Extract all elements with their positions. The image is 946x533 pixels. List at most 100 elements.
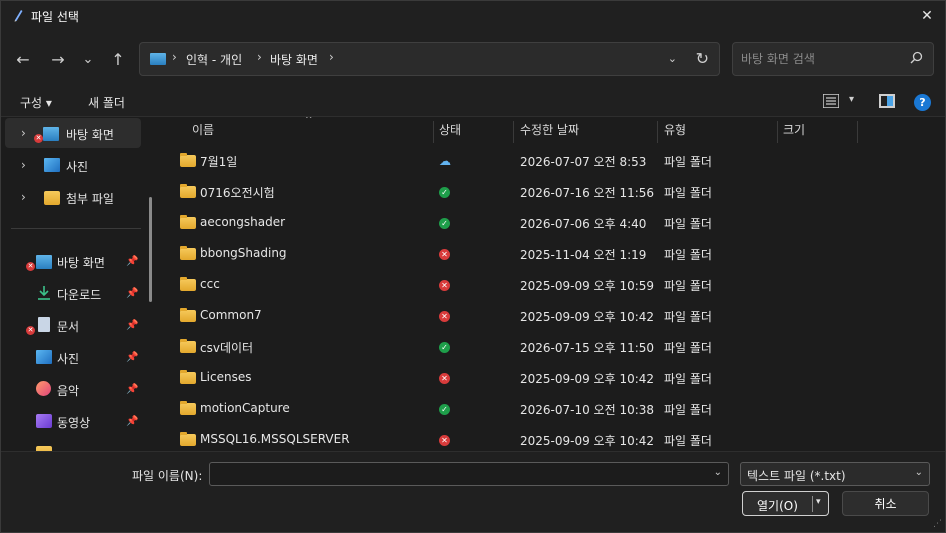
file-row[interactable]: Licenses ✕ 2025-09-09 오후 10:42 파일 폴더 — [155, 363, 945, 394]
breadcrumb-separator[interactable]: › — [172, 50, 177, 64]
organize-menu-button[interactable]: 구성 ▾ — [20, 94, 52, 111]
expand-chevron-icon[interactable]: › — [21, 158, 26, 172]
view-options-chevron-icon[interactable]: ▾ — [849, 94, 854, 105]
file-row[interactable]: 0716오전시험 ✓ 2026-07-16 오전 11:56 파일 폴더 — [155, 177, 945, 208]
pictures-icon — [44, 158, 60, 172]
file-row[interactable]: ccc ✕ 2025-09-09 오후 10:59 파일 폴더 — [155, 270, 945, 301]
file-modified: 2026-07-07 오전 8:53 — [520, 155, 647, 169]
folder-icon — [180, 277, 196, 291]
nav-label: 사진 — [57, 352, 80, 366]
folder-icon — [180, 308, 196, 322]
file-type: 파일 폴더 — [664, 372, 712, 386]
nav-tree-item-desktop[interactable]: › ✕ 바탕 화면 — [5, 118, 141, 148]
expand-chevron-icon[interactable]: › — [21, 190, 26, 204]
file-type: 파일 폴더 — [664, 155, 712, 169]
file-name: 7월1일 — [200, 155, 238, 169]
refresh-icon[interactable]: ↻ — [696, 49, 709, 68]
quick-access-partial-item[interactable] — [5, 438, 141, 451]
pin-icon: 📌 — [126, 319, 139, 331]
search-box[interactable] — [732, 42, 934, 76]
open-options-chevron-icon[interactable]: ▾ — [816, 497, 821, 507]
desktop-icon — [36, 255, 52, 269]
back-arrow-icon[interactable]: ← — [12, 49, 34, 69]
music-icon — [36, 381, 51, 396]
search-icon[interactable] — [910, 51, 923, 68]
sync-error-icon: ✕ — [439, 435, 450, 446]
file-type: 파일 폴더 — [664, 248, 712, 262]
pin-icon: 📌 — [126, 287, 139, 299]
file-row[interactable]: bbongShading ✕ 2025-11-04 오전 1:19 파일 폴더 — [155, 239, 945, 270]
address-history-chevron-icon[interactable]: ⌄ — [668, 52, 677, 65]
cancel-button[interactable]: 취소 — [842, 491, 929, 516]
column-divider[interactable] — [513, 121, 514, 143]
quick-access-music[interactable]: 음악 📌 — [5, 374, 141, 404]
file-row[interactable]: MSSQL16.MSSQLSERVER ✕ 2025-09-09 오후 10:42 파… — [155, 425, 945, 451]
address-row: ← → ⌄ ↑ › 인혁 - 개인 › 바탕 화면 › ⌄ ↻ — [1, 31, 945, 87]
quick-access-videos[interactable]: 동영상 📌 — [5, 406, 141, 436]
breadcrumb-separator[interactable]: › — [329, 50, 334, 64]
column-header-size[interactable]: 크기 — [783, 121, 805, 145]
column-divider[interactable] — [657, 121, 658, 143]
file-name: motionCapture — [200, 401, 290, 415]
column-header-status[interactable]: 상태 — [439, 121, 461, 145]
file-row[interactable]: Common7 ✕ 2025-09-09 오후 10:42 파일 폴더 — [155, 301, 945, 332]
file-row[interactable]: csv데이터 ✓ 2026-07-15 오후 11:50 파일 폴더 — [155, 332, 945, 363]
synced-check-icon: ✓ — [439, 218, 450, 229]
breadcrumb-item-desktop[interactable]: 바탕 화면 — [270, 51, 318, 68]
nav-tree-item-pictures[interactable]: › 사진 — [5, 150, 141, 180]
filename-label: 파일 이름(N): — [132, 469, 203, 483]
quick-access-documents[interactable]: ✕ 문서 📌 — [5, 310, 141, 340]
file-list: ^ 이름 상태 수정한 날짜 유형 크기 7월1일 ☁ 2026-07-07 오전 … — [155, 117, 945, 451]
view-mode-icon[interactable] — [823, 94, 839, 108]
close-icon[interactable]: ✕ — [909, 1, 945, 31]
filename-history-chevron-icon[interactable]: ⌄ — [714, 467, 722, 478]
help-icon[interactable]: ? — [914, 94, 931, 111]
file-type: 파일 폴더 — [664, 403, 712, 417]
sync-error-icon: ✕ — [439, 311, 450, 322]
column-header-modified[interactable]: 수정한 날짜 — [520, 121, 579, 145]
sort-ascending-icon: ^ — [305, 117, 313, 125]
window-title: 파일 선택 — [31, 10, 79, 24]
expand-chevron-icon[interactable]: › — [21, 126, 26, 140]
breadcrumb-separator[interactable]: › — [257, 50, 262, 64]
folder-icon — [180, 184, 196, 198]
breadcrumb-item-personal[interactable]: 인혁 - 개인 — [186, 51, 242, 68]
folder-icon — [180, 432, 196, 446]
filename-field[interactable]: ⌄ — [209, 462, 729, 486]
recent-locations-chevron-icon[interactable]: ⌄ — [77, 49, 99, 69]
notepad-app-icon — [14, 10, 23, 22]
open-button-label: 열기(O) — [757, 499, 798, 513]
quick-access-desktop[interactable]: ✕ 바탕 화면 📌 — [5, 246, 141, 276]
address-bar[interactable]: › 인혁 - 개인 › 바탕 화면 › ⌄ ↻ — [139, 42, 720, 76]
open-button[interactable]: 열기(O) ▾ — [742, 491, 829, 516]
nav-scrollbar-thumb[interactable] — [149, 197, 152, 302]
file-row[interactable]: 7월1일 ☁ 2026-07-07 오전 8:53 파일 폴더 — [155, 146, 945, 177]
nav-label: 첨부 파일 — [66, 192, 114, 206]
file-row[interactable]: motionCapture ✓ 2026-07-10 오전 10:38 파일 폴더 — [155, 394, 945, 425]
column-divider[interactable] — [433, 121, 434, 143]
file-open-dialog: 파일 선택 ✕ ← → ⌄ ↑ › 인혁 - 개인 › 바탕 화면 › ⌄ ↻ … — [0, 0, 946, 533]
video-icon — [36, 414, 52, 428]
search-input[interactable] — [741, 50, 901, 68]
up-arrow-icon[interactable]: ↑ — [107, 49, 129, 69]
nav-tree-item-attachments[interactable]: › 첨부 파일 — [5, 182, 141, 212]
preview-pane-icon[interactable] — [879, 94, 895, 108]
file-name: aecongshader — [200, 215, 286, 229]
quick-access-downloads[interactable]: 다운로드 📌 — [5, 278, 141, 308]
chevron-down-icon[interactable]: ⌄ — [915, 467, 923, 478]
column-header-type[interactable]: 유형 — [664, 121, 686, 145]
column-header-name[interactable]: 이름 — [192, 121, 214, 145]
file-type: 파일 폴더 — [664, 434, 712, 448]
file-modified: 2026-07-10 오전 10:38 — [520, 403, 655, 417]
file-row[interactable]: aecongshader ✓ 2026-07-06 오후 4:40 파일 폴더 — [155, 208, 945, 239]
new-folder-button[interactable]: 새 폴더 — [88, 94, 125, 111]
nav-label: 바탕 화면 — [57, 256, 105, 270]
folder-icon — [180, 246, 196, 260]
resize-grip-icon[interactable]: ⋰ — [933, 519, 942, 529]
file-type-filter-select[interactable]: 텍스트 파일 (*.txt) ⌄ — [740, 462, 930, 486]
column-divider[interactable] — [857, 121, 858, 143]
column-divider[interactable] — [777, 121, 778, 143]
folder-icon — [180, 370, 196, 384]
quick-access-pictures[interactable]: 사진 📌 — [5, 342, 141, 372]
forward-arrow-icon[interactable]: → — [47, 49, 69, 69]
